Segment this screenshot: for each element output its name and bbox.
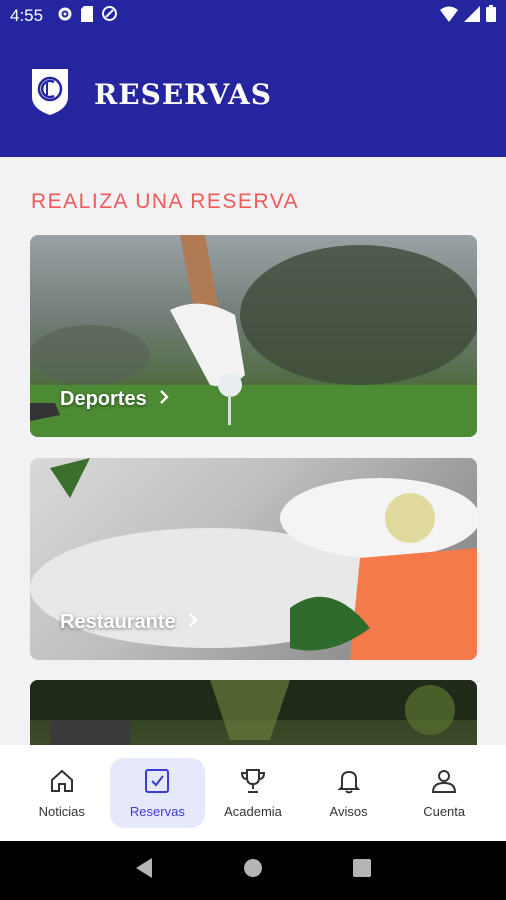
user-icon: [430, 767, 458, 798]
card-deportes[interactable]: Deportes: [30, 235, 477, 437]
nav-label: Academia: [224, 804, 282, 819]
back-icon[interactable]: [134, 857, 154, 884]
status-time: 4:55: [10, 6, 44, 25]
card-label-restaurante: Restaurante: [60, 611, 198, 634]
chevron-right-icon: [159, 388, 169, 411]
nav-label: Reservas: [129, 804, 185, 819]
bottom-navigation: Noticias Reservas Academia Avisos Cuenta: [0, 745, 506, 841]
nav-label: Noticias: [38, 804, 85, 819]
status-bar: 4:55: [0, 0, 506, 32]
sim-card-icon: [81, 5, 94, 27]
recents-icon[interactable]: [352, 858, 372, 883]
system-navigation: [0, 841, 506, 900]
card-restaurante[interactable]: Restaurante: [30, 458, 477, 660]
section-title: REALIZA UNA RESERVA: [31, 190, 300, 213]
venue-photo: [30, 680, 477, 745]
home-icon: [48, 767, 76, 798]
app-header: RESERVAS: [0, 32, 506, 157]
battery-icon: [486, 5, 496, 27]
card-third[interactable]: [30, 680, 477, 745]
nav-label: Cuenta: [423, 804, 466, 819]
nav-avisos[interactable]: Avisos: [301, 758, 396, 828]
checkbox-icon: [143, 767, 171, 798]
club-logo-icon: [30, 67, 70, 122]
signal-icon: [464, 5, 480, 27]
chevron-right-icon: [188, 611, 198, 634]
nav-noticias[interactable]: Noticias: [14, 758, 109, 828]
bell-icon: [335, 767, 363, 798]
data-saver-icon: [101, 5, 118, 27]
wifi-icon: [440, 6, 458, 27]
main-content[interactable]: REALIZA UNA RESERVA Deportes Restaurante: [0, 157, 506, 745]
page-title: RESERVAS: [94, 78, 272, 111]
trophy-icon: [239, 767, 267, 798]
nav-label: Avisos: [329, 804, 368, 819]
home-button-icon[interactable]: [242, 857, 264, 884]
nav-cuenta[interactable]: Cuenta: [397, 758, 492, 828]
nav-academia[interactable]: Academia: [205, 758, 300, 828]
settings-icon: [57, 6, 73, 27]
card-label-deportes: Deportes: [60, 388, 169, 411]
nav-reservas[interactable]: Reservas: [109, 758, 205, 828]
